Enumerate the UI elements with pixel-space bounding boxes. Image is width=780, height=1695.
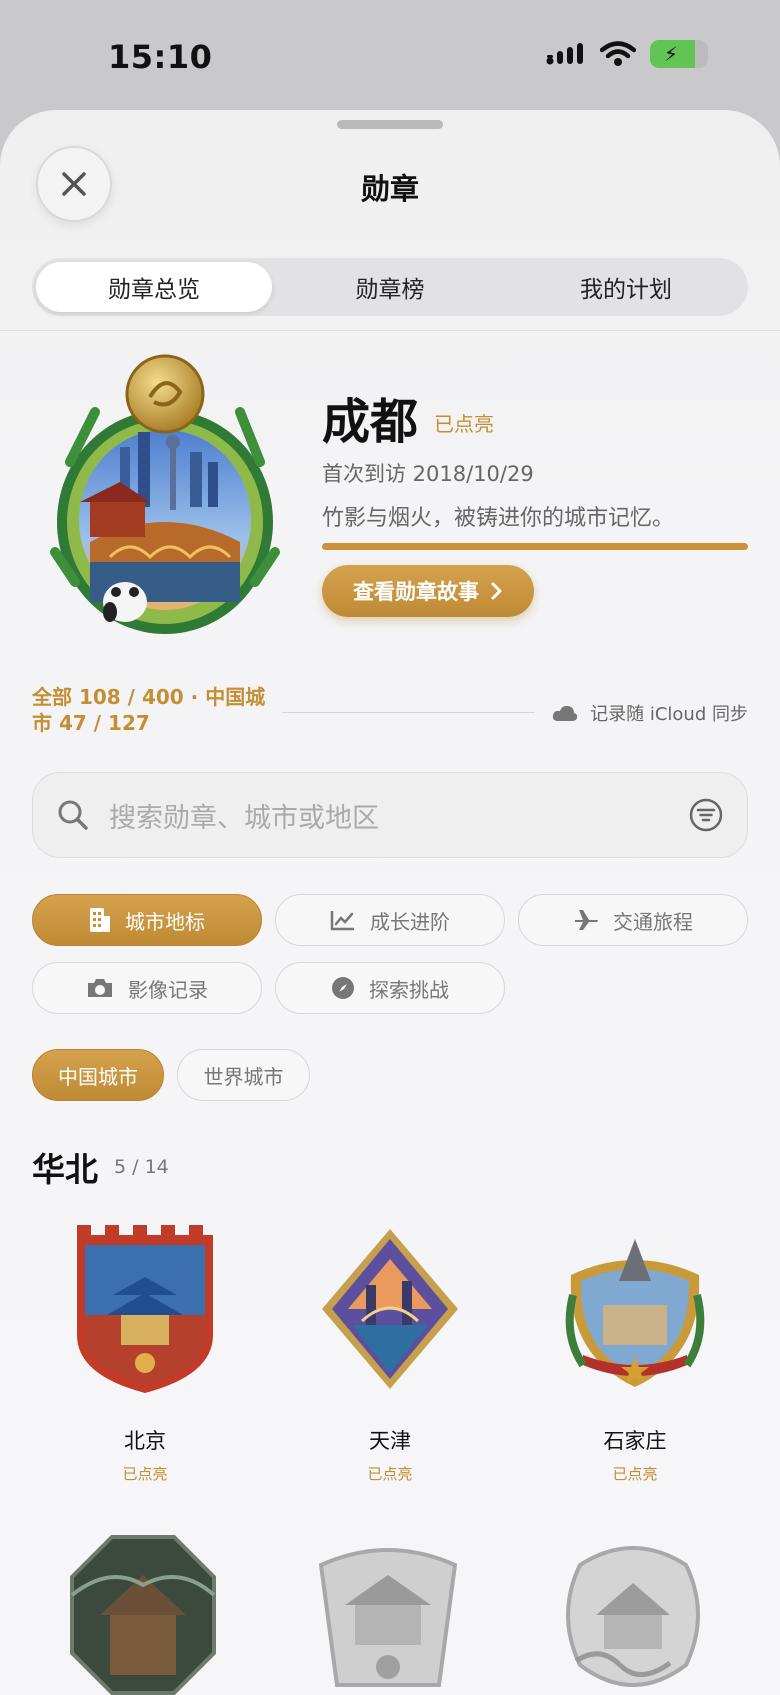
chevron-right-icon xyxy=(491,582,502,600)
battery-icon: ⚡ xyxy=(650,40,708,68)
category-label: 成长进阶 xyxy=(370,909,450,934)
scope-label: 世界城市 xyxy=(203,1064,284,1089)
medal-name: 天津 xyxy=(369,1429,411,1453)
cloud-icon xyxy=(552,705,578,721)
chengdu-medal-image[interactable] xyxy=(50,352,280,642)
region-count: 5 / 14 xyxy=(114,1156,169,1178)
view-story-label: 查看勋章故事 xyxy=(353,580,479,604)
hero-status-badge: 已点亮 xyxy=(434,412,494,436)
signal-icon xyxy=(546,43,583,65)
medal-counts: 全部 108 / 400 · 中国城 市 47 / 127 xyxy=(32,684,272,736)
view-story-button[interactable]: 查看勋章故事 xyxy=(322,565,534,617)
sync-label: 记录随 iCloud 同步 xyxy=(590,704,748,725)
chart-icon xyxy=(330,911,354,931)
status-bar: 15:10 ⚡ xyxy=(0,0,780,110)
scope-world-cities[interactable]: 世界城市 xyxy=(177,1049,310,1101)
medal-name: 北京 xyxy=(124,1429,166,1453)
scope-label: 中国城市 xyxy=(58,1064,138,1089)
medal-image-locked-cloud[interactable] xyxy=(560,1535,706,1695)
medal-card-tianjin[interactable]: 天津 已点亮 xyxy=(290,1225,490,1495)
medal-card-shijiazhuang[interactable]: 石家庄 已点亮 xyxy=(535,1225,735,1495)
medal-counts-line2: 市 47 / 127 xyxy=(32,711,150,735)
medal-status: 已点亮 xyxy=(612,1465,658,1483)
tab-leaderboard[interactable]: 勋章榜 xyxy=(272,262,508,312)
medal-sheet: 勋章 勋章总览 勋章榜 我的计划 成都 已点亮 首次到访 2018/10/29 … xyxy=(0,110,780,1695)
category-explore[interactable]: 探索挑战 xyxy=(275,962,505,1014)
tianjin-medal-image xyxy=(322,1229,458,1389)
search-input[interactable]: 搜索勋章、城市或地区 xyxy=(109,796,689,835)
hero-progress-bar xyxy=(322,543,748,550)
region-title: 华北 xyxy=(32,1150,98,1189)
sheet-title: 勋章 xyxy=(360,172,419,206)
medal-card-beijing[interactable]: 北京 已点亮 xyxy=(45,1225,245,1495)
tab-my-plan[interactable]: 我的计划 xyxy=(508,262,744,312)
tab-bar: 勋章总览 勋章榜 我的计划 xyxy=(32,258,748,316)
status-icons: ⚡ xyxy=(546,40,708,68)
medal-image-locked-fan[interactable] xyxy=(315,1535,461,1695)
hero-first-visit: 首次到访 2018/10/29 xyxy=(322,462,534,486)
category-label: 影像记录 xyxy=(128,977,208,1002)
category-photo[interactable]: 影像记录 xyxy=(32,962,262,1014)
scope-china-cities[interactable]: 中国城市 xyxy=(32,1049,164,1101)
status-time: 15:10 xyxy=(108,38,213,76)
tab-overview[interactable]: 勋章总览 xyxy=(36,262,272,312)
divider xyxy=(0,330,780,331)
category-label: 城市地标 xyxy=(125,909,205,934)
medal-counts-line1: 全部 108 / 400 · 中国城 xyxy=(32,685,266,709)
hero-city-name: 成都 xyxy=(322,394,419,450)
category-transport[interactable]: 交通旅程 xyxy=(518,894,748,946)
counts-divider xyxy=(282,712,535,713)
hero-description: 竹影与烟火，被铸进你的城市记忆。 xyxy=(322,506,675,531)
search-field[interactable]: 搜索勋章、城市或地区 xyxy=(32,772,748,858)
medal-status: 已点亮 xyxy=(367,1465,413,1483)
airplane-icon xyxy=(575,910,598,930)
compass-icon xyxy=(332,977,354,999)
medal-image-dark-octagon[interactable] xyxy=(70,1535,216,1695)
medal-name: 石家庄 xyxy=(603,1429,667,1453)
category-growth[interactable]: 成长进阶 xyxy=(275,894,505,946)
shijiazhuang-medal-image xyxy=(565,1239,705,1387)
category-city-landmark[interactable]: 城市地标 xyxy=(32,894,262,946)
category-label: 探索挑战 xyxy=(369,977,449,1002)
medal-status: 已点亮 xyxy=(122,1465,168,1483)
building-icon xyxy=(90,908,110,932)
sheet-grabber[interactable] xyxy=(337,120,443,129)
camera-icon xyxy=(88,979,112,997)
category-label: 交通旅程 xyxy=(613,909,693,934)
icloud-sync-status: 记录随 iCloud 同步 xyxy=(552,700,748,726)
beijing-medal-image xyxy=(77,1225,213,1393)
wifi-icon xyxy=(600,41,636,66)
filter-icon[interactable] xyxy=(689,798,723,832)
search-icon xyxy=(58,800,88,830)
